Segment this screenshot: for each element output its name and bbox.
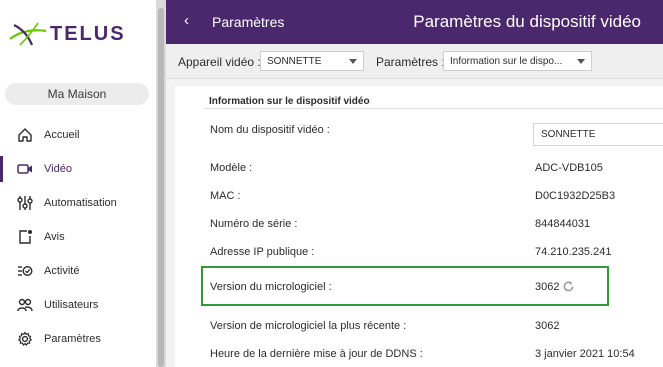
sidebar-item-label: Paramètres [44, 333, 101, 345]
serial-number-value: 844844031 [535, 218, 591, 230]
firmware-version-value: 3062 [535, 281, 560, 293]
activity-list-icon [18, 265, 33, 277]
refresh-icon[interactable] [562, 280, 575, 293]
sidebar-item-label: Accueil [44, 129, 80, 141]
mac-label: MAC : [210, 190, 241, 202]
back-button[interactable]: ‹ [184, 12, 189, 29]
sidebar-item-accueil[interactable]: Accueil [0, 118, 156, 152]
sidebar-item-avis[interactable]: Avis [0, 220, 156, 254]
public-ip-label: Adresse IP publique : [210, 246, 315, 258]
device-select[interactable]: SONNETTE [260, 51, 364, 71]
panel-title: Information sur le dispositif vidéo [209, 96, 370, 107]
mac-value: D0C1932D25B3 [535, 190, 616, 202]
sidebar-item-label: Vidéo [44, 163, 72, 175]
serial-number-label: Numéro de série : [210, 218, 298, 230]
notification-icon [19, 230, 32, 244]
sidebar-item-label: Activité [44, 265, 80, 277]
settings-select-value: Information sur le dispo... [450, 56, 563, 67]
firmware-version-label: Version du micrologiciel : [210, 281, 332, 293]
home-icon [18, 128, 32, 142]
model-value: ADC-VDB105 [535, 162, 603, 174]
brand-name: TELUS [50, 22, 126, 45]
top-header: ‹ Paramètres Paramètres du dispositif vi… [166, 0, 663, 44]
latest-firmware-value: 3062 [535, 320, 560, 332]
latest-firmware-label: Version de micrologiciel la plus récente… [210, 320, 407, 332]
sidebar-item-parametres[interactable]: Paramètres [0, 322, 156, 356]
panel-divider [204, 108, 663, 109]
sidebar-scrollbar-thumb[interactable] [158, 8, 164, 367]
sidebar-item-video[interactable]: Vidéo [0, 152, 156, 186]
sliders-icon [17, 196, 33, 210]
users-icon [17, 298, 33, 312]
gear-icon [18, 331, 32, 346]
device-select-value: SONNETTE [267, 56, 322, 67]
sidebar-item-automatisation[interactable]: Automatisation [0, 186, 156, 220]
page-title: Paramètres du dispositif vidéo [413, 12, 641, 31]
ddns-update-value: 3 janvier 2021 10:54 [535, 348, 635, 360]
toolbar: Appareil vidéo : SONNETTE Paramètres : I… [166, 44, 663, 79]
device-select-label: Appareil vidéo : [178, 55, 261, 69]
settings-select-label: Paramètres : [376, 55, 445, 69]
sidebar: TELUS Ma Maison Accueil Vidéo Automatisa… [0, 0, 156, 367]
sidebar-item-label: Avis [44, 231, 65, 243]
home-selector[interactable]: Ma Maison [5, 83, 149, 105]
sidebar-item-utilisateurs[interactable]: Utilisateurs [0, 288, 156, 322]
sidebar-item-activite[interactable]: Activité [0, 254, 156, 288]
public-ip-value: 74.210.235.241 [535, 246, 612, 258]
chevron-down-icon [577, 59, 585, 64]
telus-logo[interactable]: TELUS [8, 14, 126, 54]
device-name-label: Nom du dispositif vidéo : [210, 124, 330, 136]
ddns-update-label: Heure de la dernière mise à jour de DDNS… [210, 348, 423, 360]
settings-select[interactable]: Information sur le dispo... [443, 51, 592, 71]
sidebar-item-label: Utilisateurs [44, 299, 99, 311]
model-label: Modèle : [210, 162, 253, 174]
device-name-field[interactable]: SONNETTE [533, 123, 663, 146]
chevron-down-icon [349, 59, 357, 64]
sidebar-item-label: Automatisation [44, 197, 117, 209]
breadcrumb-parametres[interactable]: Paramètres [212, 14, 284, 30]
video-camera-icon [17, 164, 32, 174]
telus-logo-mark-icon [9, 22, 47, 46]
sidebar-nav: Accueil Vidéo Automatisation Avis Activi… [0, 118, 156, 356]
